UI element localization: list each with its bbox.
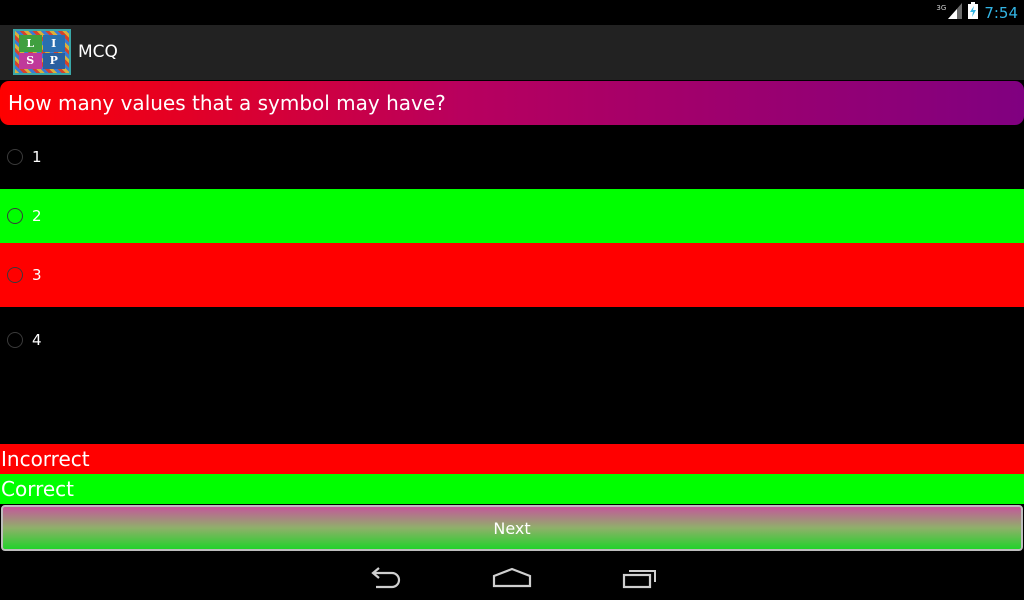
next-button[interactable]: Next xyxy=(1,505,1023,551)
answer-option-label: 1 xyxy=(32,148,42,166)
answer-option-label: 4 xyxy=(32,331,42,349)
action-bar: L I S P MCQ xyxy=(0,25,1024,80)
logo-letter-s: S xyxy=(19,52,42,69)
correct-result-bar: Correct xyxy=(0,474,1024,504)
radio-button-2[interactable] xyxy=(7,208,23,224)
radio-button-3[interactable] xyxy=(7,267,23,283)
app-logo-icon[interactable]: L I S P xyxy=(13,29,71,75)
answer-option-4[interactable]: 4 xyxy=(0,312,1024,368)
home-icon xyxy=(492,567,532,588)
radio-button-1[interactable] xyxy=(7,149,23,165)
radio-button-4[interactable] xyxy=(7,332,23,348)
incorrect-result-bar: Incorrect xyxy=(0,444,1024,474)
answer-option-2[interactable]: 2 xyxy=(0,189,1024,243)
network-type-label: 3G xyxy=(936,3,947,12)
clock: 7:54 xyxy=(984,3,1018,22)
answer-option-1[interactable]: 1 xyxy=(0,129,1024,185)
logo-letter-l: L xyxy=(19,35,42,52)
question-text: How many values that a symbol may have? xyxy=(8,91,446,115)
status-indicators: 3G 7:54 xyxy=(936,0,1018,25)
home-button[interactable] xyxy=(484,562,540,594)
battery-icon xyxy=(968,2,979,23)
question-banner: How many values that a symbol may have? xyxy=(0,81,1024,125)
screen: 3G 7:54 L I S P MCQ How many values that… xyxy=(0,0,1024,600)
back-button[interactable] xyxy=(356,562,412,594)
recents-button[interactable] xyxy=(612,562,668,594)
logo-letter-p: P xyxy=(42,52,65,69)
status-bar: 3G 7:54 xyxy=(0,0,1024,25)
app-logo-grid: L I S P xyxy=(19,35,65,69)
navigation-bar xyxy=(0,556,1024,600)
answer-option-label: 2 xyxy=(32,207,42,225)
answer-option-3[interactable]: 3 xyxy=(0,243,1024,307)
back-icon xyxy=(371,567,401,589)
signal-icon xyxy=(948,2,963,23)
app-title: MCQ xyxy=(78,42,118,62)
logo-letter-i: I xyxy=(42,35,65,52)
recents-icon xyxy=(622,570,656,589)
answer-option-label: 3 xyxy=(32,266,42,284)
